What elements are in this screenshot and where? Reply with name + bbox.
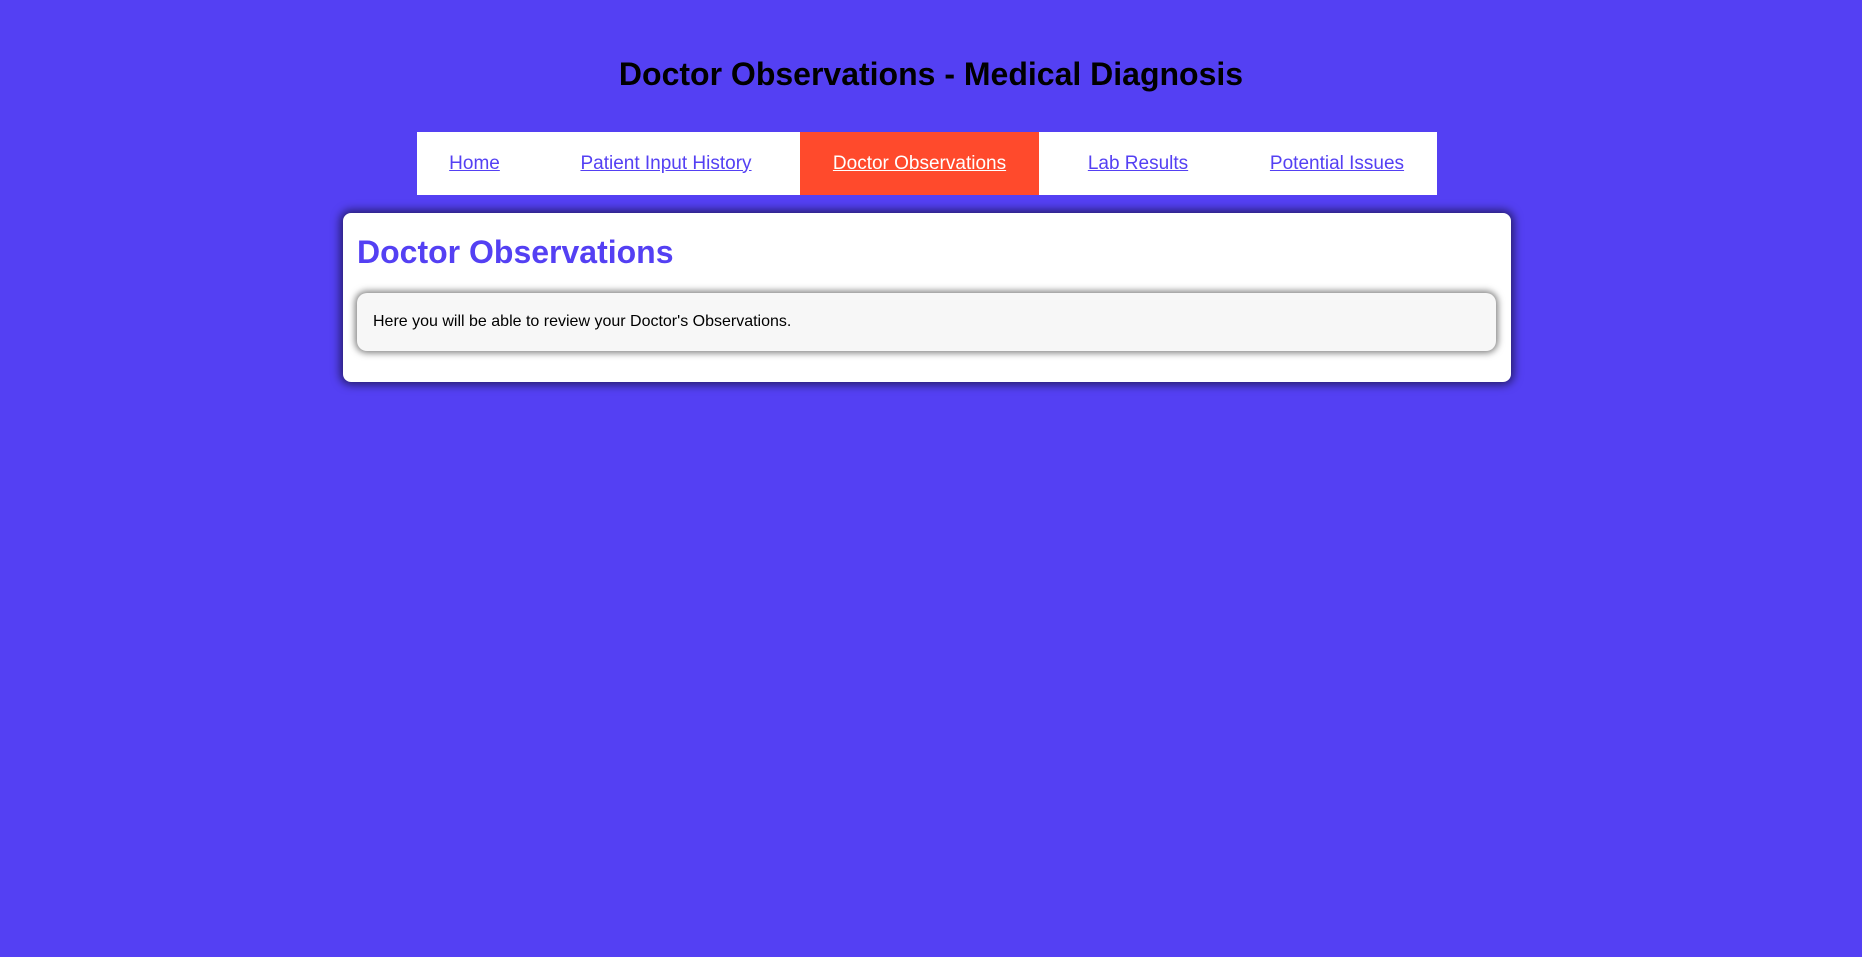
nav-link-doctor-observations[interactable]: Doctor Observations <box>800 132 1039 195</box>
nav-link-lab-results[interactable]: Lab Results <box>1039 132 1237 195</box>
main-nav: Home Patient Input History Doctor Observ… <box>417 132 1437 195</box>
nav-link-patient-input-history[interactable]: Patient Input History <box>532 132 800 195</box>
info-text: Here you will be able to review your Doc… <box>373 313 792 330</box>
section-heading: Doctor Observations <box>357 234 674 270</box>
page-header: Doctor Observations - Medical Diagnosis <box>0 54 1862 94</box>
page-title: Doctor Observations - Medical Diagnosis <box>618 56 1244 92</box>
nav-link-potential-issues[interactable]: Potential Issues <box>1237 132 1437 195</box>
nav-link-home[interactable]: Home <box>417 132 532 195</box>
info-box: Here you will be able to review your Doc… <box>357 293 1496 351</box>
content-card: Doctor Observations Here you will be abl… <box>343 213 1511 382</box>
